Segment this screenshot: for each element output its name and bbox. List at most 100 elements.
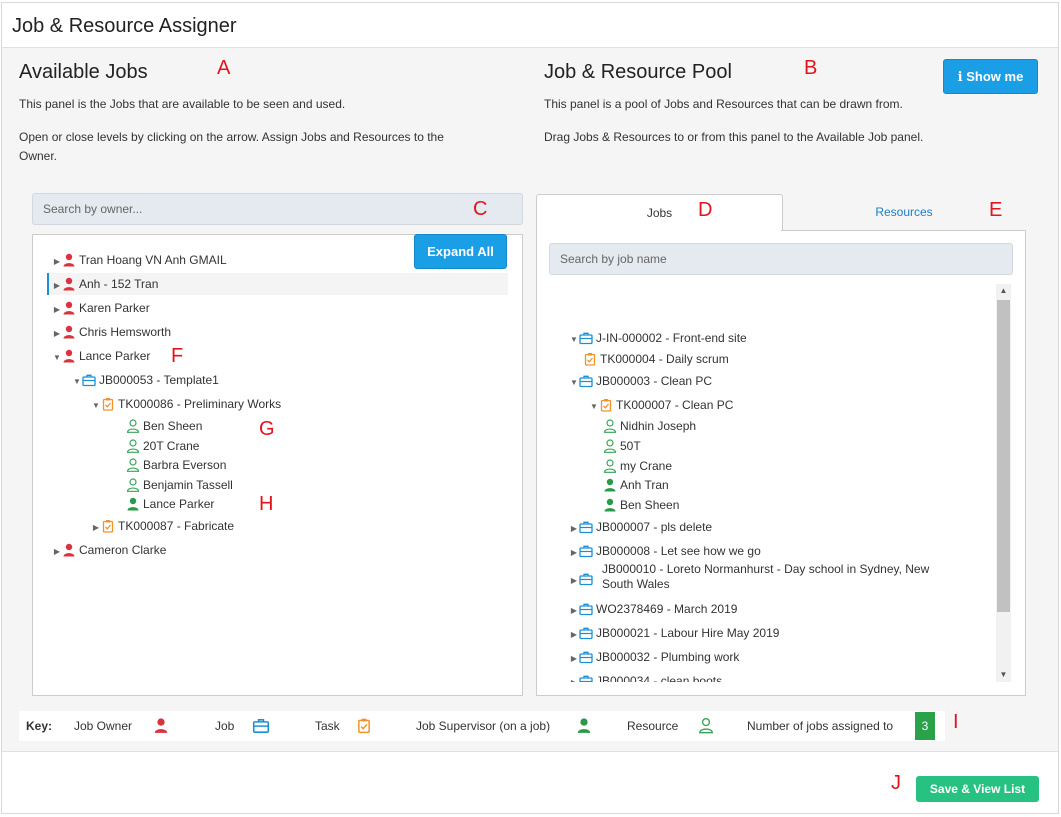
available-jobs-desc-2a: Open or close levels by clicking on the … xyxy=(19,130,444,144)
resource-name: Barbra Everson xyxy=(143,458,227,472)
resource-person-icon xyxy=(126,439,140,453)
pool-task-row[interactable]: ▼ TK000007 - Clean PC xyxy=(589,396,733,414)
job-owner-icon xyxy=(63,277,75,291)
resource-name: Benjamin Tassell xyxy=(143,478,233,492)
marker-d: D xyxy=(698,199,713,221)
expand-arrow-icon[interactable]: ▶ xyxy=(569,674,579,682)
owner-search-input[interactable]: Search by owner... xyxy=(32,193,523,225)
collapse-arrow-icon[interactable]: ▼ xyxy=(72,373,82,391)
task-clipboard-icon xyxy=(358,718,370,734)
job-name: JB000053 - Template1 xyxy=(99,373,219,387)
pool-job-row[interactable]: ▶ xyxy=(569,570,596,588)
job-briefcase-icon xyxy=(579,675,593,682)
pool-scrollbar[interactable]: ▲ ▼ xyxy=(996,284,1011,682)
job-count-badge: 3 xyxy=(915,712,935,740)
pool-resource-row[interactable]: Nidhin Joseph xyxy=(603,417,696,435)
tree-resource-row[interactable]: Barbra Everson xyxy=(126,456,226,474)
task-clipboard-icon xyxy=(584,353,596,366)
save-and-view-list-button[interactable]: Save & View List xyxy=(916,776,1039,802)
expand-all-button[interactable]: Expand All xyxy=(414,234,507,269)
expand-arrow-icon[interactable]: ▶ xyxy=(569,572,579,590)
job-name: JB000021 - Labour Hire May 2019 xyxy=(596,626,780,640)
expand-arrow-icon[interactable]: ▶ xyxy=(52,277,62,295)
tree-owner-row[interactable]: ▶ Cameron Clarke xyxy=(52,541,166,559)
task-name: TK000007 - Clean PC xyxy=(616,398,734,412)
expand-arrow-icon[interactable]: ▶ xyxy=(52,543,62,561)
marker-c: C xyxy=(473,198,488,220)
expand-arrow-icon[interactable]: ▶ xyxy=(52,253,62,271)
job-briefcase-icon xyxy=(579,375,593,388)
job-name: JB000008 - Let see how we go xyxy=(596,544,761,558)
tree-task-row[interactable]: ▼ TK000086 - Preliminary Works xyxy=(91,395,281,413)
tree-job-row[interactable]: ▼ JB000053 - Template1 xyxy=(72,371,219,389)
job-supervisor-icon xyxy=(577,718,591,733)
expand-arrow-icon[interactable]: ▶ xyxy=(52,301,62,319)
tree-resource-row[interactable]: Benjamin Tassell xyxy=(126,476,233,494)
owner-name: Cameron Clarke xyxy=(79,543,167,557)
marker-g: G xyxy=(259,418,275,440)
expand-arrow-icon[interactable]: ▶ xyxy=(569,602,579,620)
job-search-input[interactable]: Search by job name xyxy=(549,243,1013,275)
show-me-label: Show me xyxy=(966,69,1024,84)
tree-owner-row[interactable]: ▼ Lance Parker xyxy=(52,347,150,365)
collapse-arrow-icon[interactable]: ▼ xyxy=(589,398,599,416)
tab-jobs[interactable]: Jobs xyxy=(536,194,783,232)
pool-job-row[interactable]: ▶ JB000032 - Plumbing work xyxy=(569,648,740,668)
collapse-arrow-icon[interactable]: ▼ xyxy=(569,374,579,392)
tree-resource-row[interactable]: 20T Crane xyxy=(126,437,199,455)
task-name: TK000004 - Daily scrum xyxy=(600,352,729,366)
scrollbar-thumb[interactable] xyxy=(997,300,1010,612)
job-owner-icon xyxy=(63,349,75,363)
pool-supervisor-row[interactable]: Ben Sheen xyxy=(603,496,679,514)
expand-arrow-icon[interactable]: ▶ xyxy=(569,650,579,668)
key-count-label: Number of jobs assigned to xyxy=(747,719,894,733)
pool-job-row[interactable]: ▶ JB000008 - Let see how we go xyxy=(569,542,761,560)
resource-name: my Crane xyxy=(620,459,673,473)
job-name: J-IN-000002 - Front-end site xyxy=(596,331,747,345)
collapse-arrow-icon[interactable]: ▼ xyxy=(569,331,579,349)
key-task-label: Task xyxy=(315,719,340,733)
expand-arrow-icon[interactable]: ▶ xyxy=(569,626,579,644)
job-name: JB000034 - clean boots xyxy=(596,674,723,682)
expand-arrow-icon[interactable]: ▶ xyxy=(569,544,579,562)
tree-owner-row[interactable]: ▶ Karen Parker xyxy=(52,299,150,317)
resource-person-icon xyxy=(126,419,140,433)
tree-task-row[interactable]: ▶ TK000087 - Fabricate xyxy=(91,517,234,535)
pool-supervisor-row[interactable]: Anh Tran xyxy=(603,476,669,494)
pool-job-row[interactable]: ▼ J-IN-000002 - Front-end site xyxy=(569,329,747,347)
supervisor-name: Anh Tran xyxy=(620,478,669,492)
tree-owner-row[interactable]: ▶ Anh - 152 Tran xyxy=(52,275,158,293)
selected-row-indicator xyxy=(47,273,49,295)
expand-arrow-icon[interactable]: ▶ xyxy=(91,519,101,537)
expand-arrow-icon[interactable]: ▶ xyxy=(569,520,579,538)
key-label: Key: xyxy=(26,719,53,733)
pool-resource-row[interactable]: my Crane xyxy=(603,457,672,475)
pool-job-row[interactable]: ▼ JB000003 - Clean PC xyxy=(569,372,712,390)
tree-owner-row[interactable]: ▶ Chris Hemsworth xyxy=(52,323,171,341)
pool-task-row[interactable]: TK000004 - Daily scrum xyxy=(583,350,729,368)
owner-name: Karen Parker xyxy=(79,301,150,315)
tree-resource-row[interactable]: Ben Sheen xyxy=(126,417,202,435)
job-owner-icon xyxy=(63,301,75,315)
resource-name: 20T Crane xyxy=(143,439,200,453)
resource-person-icon xyxy=(603,419,617,433)
job-name: WO2378469 - March 2019 xyxy=(596,602,738,616)
pool-resource-row[interactable]: 50T xyxy=(603,437,641,455)
collapse-arrow-icon[interactable]: ▼ xyxy=(52,349,62,367)
show-me-button[interactable]: i Show me xyxy=(943,59,1038,94)
scroll-up-arrow-icon[interactable]: ▲ xyxy=(996,284,1011,298)
tree-owner-row[interactable]: ▶ Tran Hoang VN Anh GMAIL xyxy=(52,251,227,269)
pool-job-row[interactable]: ▶ WO2378469 - March 2019 xyxy=(569,600,738,620)
tree-supervisor-row[interactable]: Lance Parker xyxy=(126,495,214,513)
job-briefcase-icon xyxy=(579,332,593,345)
tab-divider xyxy=(781,230,1026,231)
pool-job-row[interactable]: ▶ JB000007 - pls delete xyxy=(569,518,712,536)
pool-job-row[interactable]: ▶ JB000021 - Labour Hire May 2019 xyxy=(569,624,780,644)
job-name: JB000032 - Plumbing work xyxy=(596,650,740,664)
collapse-arrow-icon[interactable]: ▼ xyxy=(91,397,101,415)
pool-job-row[interactable]: ▶ JB000034 - clean boots xyxy=(569,672,722,682)
scroll-down-arrow-icon[interactable]: ▼ xyxy=(996,668,1011,682)
expand-arrow-icon[interactable]: ▶ xyxy=(52,325,62,343)
supervisor-name: Ben Sheen xyxy=(620,498,680,512)
task-name: TK000086 - Preliminary Works xyxy=(118,397,282,411)
